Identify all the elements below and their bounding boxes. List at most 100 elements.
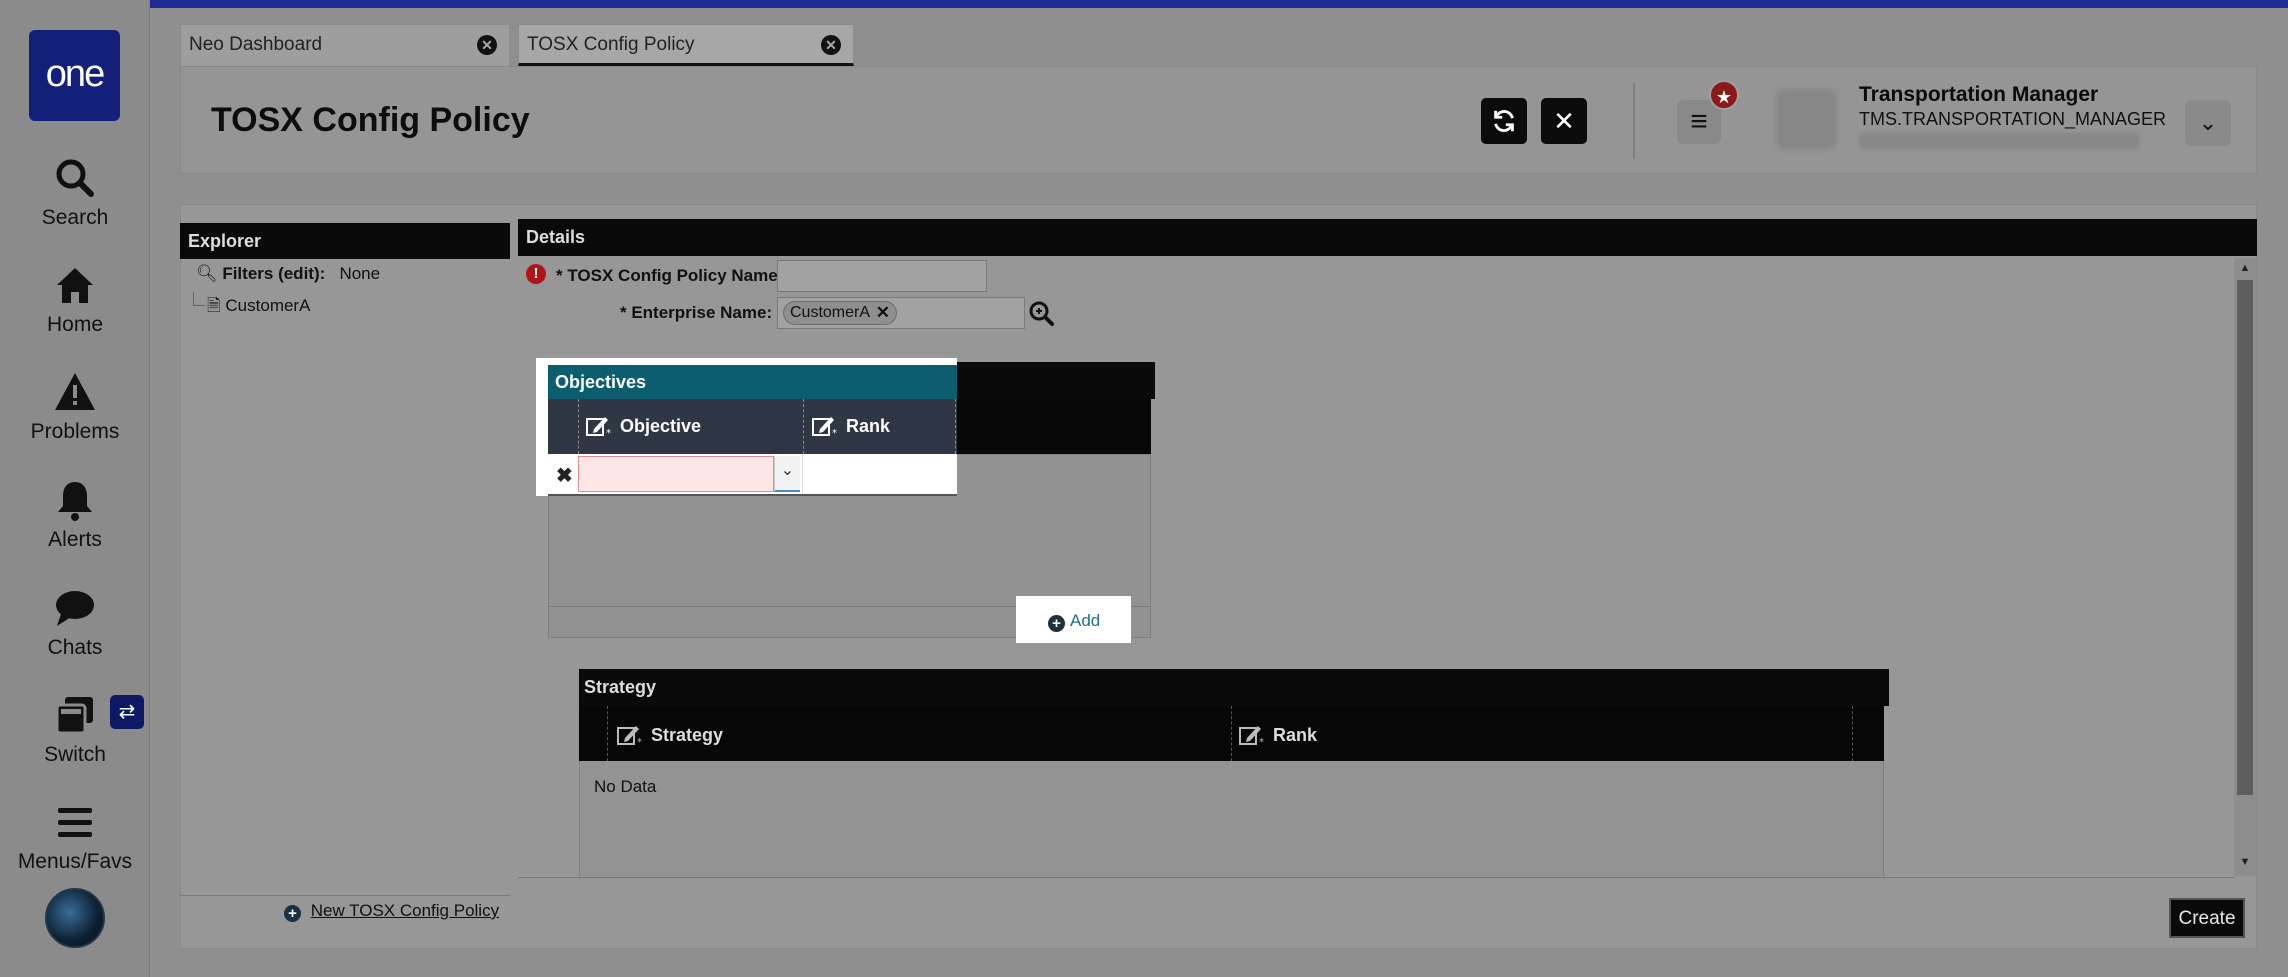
strategy-column-header[interactable]: Strategy [651,725,723,746]
chevron-down-icon: ⌄ [2198,110,2218,135]
add-objective-button[interactable]: + Add [1048,611,1100,632]
nav-problems-label: Problems [30,420,120,443]
column-divider [955,399,956,454]
tab-neo-dashboard[interactable]: Neo Dashboard ✕ [180,24,510,66]
search-icon [0,156,150,200]
strategy-rank-column-header[interactable]: Rank [1273,725,1317,746]
policy-name-input[interactable] [777,260,987,292]
edit-required-icon: * [812,417,837,437]
tab-tosx-config-policy[interactable]: TOSX Config Policy ✕ [518,24,854,66]
user-email-redacted [1859,133,2139,149]
user-menu-button[interactable]: ⌄ [2185,100,2231,146]
home-icon [0,263,150,307]
create-button[interactable]: Create [2169,898,2245,938]
tree-item-label: CustomerA [225,296,311,315]
edit-required-icon: * [1239,726,1264,746]
nav-search-label: Search [41,206,109,229]
objective-select-input[interactable] [578,456,774,492]
svg-text:*: * [637,737,642,746]
menu-lines-icon: ≡ [1690,105,1708,138]
nav-chats-label: Chats [47,636,103,659]
page-header: TOSX Config Policy ✕ ≡ ★ Transportation … [180,66,2257,174]
details-header: Details [518,219,2257,256]
edit-required-icon: * [586,417,611,437]
rank-input[interactable] [804,456,954,492]
enterprise-name-label: * Enterprise Name: [620,303,773,322]
objectives-column-headers: * Objective * Rank [548,399,957,454]
close-icon: ✕ [1553,106,1575,136]
nav-home[interactable]: Home [0,263,150,337]
nav-switch-label: Switch [44,743,106,766]
nav-alerts[interactable]: Alerts [0,478,150,552]
close-button[interactable]: ✕ [1541,98,1587,144]
enterprise-chip: CustomerA ✕ [783,301,898,325]
column-divider [1231,706,1232,761]
chat-bubble-icon [0,586,150,630]
svg-text:*: * [1259,737,1264,746]
delete-row-icon[interactable]: ✖ [556,463,573,488]
user-role: TMS.TRANSPORTATION_MANAGER [1859,109,2167,129]
refresh-icon [1494,110,1514,132]
user-photo [1776,89,1836,149]
hamburger-icon [0,800,150,844]
side-navigation: one Search Home Problems Alerts Chats Sw… [0,0,150,977]
close-tab-icon[interactable]: ✕ [821,35,841,55]
objective-column-header[interactable]: Objective [620,416,701,437]
edit-required-icon: * [617,726,642,746]
bell-icon [0,478,150,522]
filters-value: None [339,264,381,283]
refresh-button[interactable] [1481,98,1527,144]
svg-text:*: * [832,428,837,437]
column-divider [578,399,579,454]
column-divider [607,706,608,761]
nav-chats[interactable]: Chats [0,586,150,660]
scrollbar-thumb[interactable] [2237,280,2253,795]
cell-divider [802,454,803,494]
nav-search[interactable]: Search [0,156,150,230]
policy-name-label: * TOSX Config Policy Name: [556,266,784,285]
document-icon: 🗎 [207,296,221,315]
remove-chip-icon[interactable]: ✕ [876,302,890,324]
star-icon[interactable]: ★ [1709,80,1739,110]
search-icon: 🔍︎ [196,264,218,283]
enterprise-chip-label: CustomerA [790,304,871,321]
scroll-up-arrow-icon[interactable]: ▲ [2238,262,2252,274]
warning-icon [0,370,150,414]
tree-connector [193,292,205,306]
error-icon: ! [526,264,546,284]
explorer-header: Explorer [180,223,510,259]
svg-text:*: * [606,428,611,437]
user-avatar[interactable] [45,888,105,948]
new-link-label: New TOSX Config Policy [310,901,500,920]
column-divider [1852,706,1853,761]
switch-arrows-icon[interactable]: ⇄ [110,695,144,729]
nav-menus-favs[interactable]: Menus/Favs [0,800,150,874]
strategy-title: Strategy [579,669,1889,706]
filters-edit-link[interactable]: Filters (edit): [222,264,325,283]
add-circle-icon: + [284,905,301,922]
page-title: TOSX Config Policy [211,101,530,139]
strategy-grid-body [579,761,1884,877]
chevron-down-icon[interactable]: ⌄ [774,456,800,492]
footer-divider [518,877,2235,878]
rank-column-header[interactable]: Rank [846,416,890,437]
column-divider [803,399,804,454]
add-circle-icon: + [1048,615,1065,632]
lookup-icon[interactable] [1028,300,1054,326]
app-logo[interactable]: one [29,30,120,121]
tab-label: TOSX Config Policy [527,34,695,55]
new-tosx-config-policy-link[interactable]: + New TOSX Config Policy [284,901,499,922]
explorer-divider [180,895,510,896]
nav-problems[interactable]: Problems [0,370,150,444]
add-label: Add [1070,611,1101,630]
scroll-down-arrow-icon[interactable]: ▼ [2238,856,2252,868]
close-tab-icon[interactable]: ✕ [477,35,497,55]
objectives-row: ✖ ⌄ [548,454,957,496]
header-divider [1633,83,1635,159]
nav-alerts-label: Alerts [48,528,102,551]
explorer-filters: 🔍︎ Filters (edit): None [196,264,380,284]
top-accent-bar [0,0,2288,8]
user-name: Transportation Manager [1859,83,2099,106]
tab-label: Neo Dashboard [189,34,323,55]
tree-item-customera[interactable]: 🗎 CustomerA [207,293,310,322]
